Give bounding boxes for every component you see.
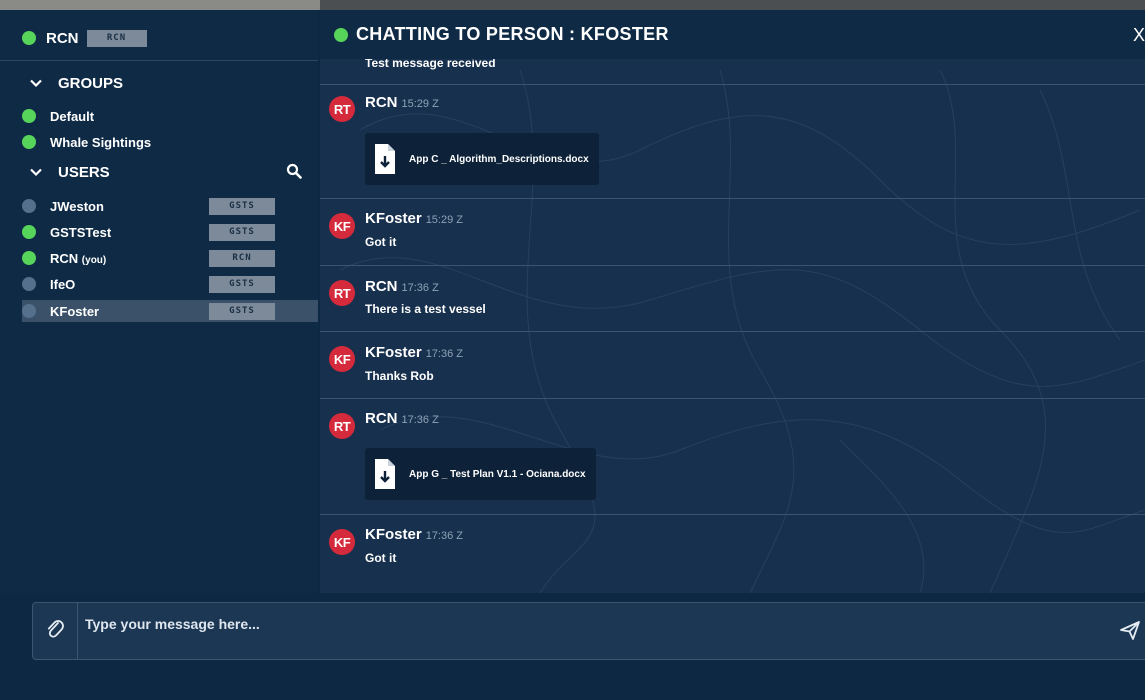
message-time: 17:36 Z <box>401 282 439 294</box>
group-item-default[interactable]: Default <box>22 105 318 127</box>
message-time: 17:36 Z <box>401 414 439 426</box>
file-download-icon <box>375 459 395 489</box>
message-composer <box>32 602 1145 660</box>
attach-button[interactable] <box>33 603 78 659</box>
users-section-title: USERS <box>58 163 110 181</box>
message-time: 17:36 Z <box>425 530 463 542</box>
message-divider <box>320 514 1145 515</box>
message-input[interactable] <box>83 613 1087 635</box>
message-sender: KFoster 17:36 Z <box>365 526 463 543</box>
sender-name: RCN <box>365 410 398 427</box>
sidebar-divider <box>0 60 318 61</box>
current-user-header: RCN RCN <box>22 27 318 49</box>
groups-section-title: GROUPS <box>58 74 124 92</box>
current-user-name: RCN <box>46 29 79 47</box>
avatar: KF <box>329 346 355 372</box>
file-name: App G _ Test Plan V1.1 - Ociana.docx <box>409 468 586 480</box>
avatar: RT <box>329 96 355 122</box>
message-sender: KFoster 15:29 Z <box>365 210 463 227</box>
you-suffix: (you) <box>81 254 107 266</box>
user-org-badge: GSTS <box>209 302 275 320</box>
user-org-badge: RCN <box>209 249 275 267</box>
message-sender: RCN 17:36 Z <box>365 278 439 295</box>
user-item-ifeo[interactable]: IfeO GSTS <box>22 273 318 295</box>
sender-name: KFoster <box>365 344 422 361</box>
message-time: 15:29 Z <box>425 214 463 226</box>
group-item-label: Default <box>50 108 95 124</box>
chevron-down-icon <box>30 77 42 89</box>
top-strip-map <box>320 0 1145 10</box>
message-divider <box>320 198 1145 199</box>
group-status-dot <box>22 135 36 149</box>
user-item-label: GSTSTest <box>50 224 112 240</box>
user-org-badge: GSTS <box>209 275 275 293</box>
file-download-icon <box>375 144 395 174</box>
user-name: RCN <box>50 250 79 266</box>
file-attachment[interactable]: App C _ Algorithm_Descriptions.docx <box>365 133 599 185</box>
user-item-gststest[interactable]: GSTSTest GSTS <box>22 221 318 243</box>
file-attachment[interactable]: App G _ Test Plan V1.1 - Ociana.docx <box>365 448 596 500</box>
chat-header: CHATTING TO PERSON : KFOSTER X <box>320 10 1145 59</box>
chat-title: CHATTING TO PERSON : KFOSTER <box>356 24 669 44</box>
send-icon[interactable] <box>1119 619 1141 641</box>
file-name: App C _ Algorithm_Descriptions.docx <box>409 153 589 165</box>
sidebar: RCN RCN GROUPS Default Whale Sightings U… <box>0 10 318 593</box>
sender-name: RCN <box>365 94 398 111</box>
users-section-toggle[interactable]: USERS <box>30 161 110 183</box>
user-status-dot <box>22 225 36 239</box>
paperclip-icon <box>46 618 64 645</box>
status-dot <box>22 31 36 45</box>
user-item-label: KFoster <box>50 303 100 319</box>
close-icon[interactable]: X <box>1133 25 1145 46</box>
sender-name: RCN <box>365 278 398 295</box>
message-text: Thanks Rob <box>365 369 434 383</box>
message-sender: RCN 15:29 Z <box>365 94 439 111</box>
chevron-down-icon <box>30 166 42 178</box>
user-org-badge: GSTS <box>209 197 275 215</box>
message-sender: KFoster 17:36 Z <box>365 344 463 361</box>
user-org-badge: GSTS <box>209 223 275 241</box>
user-status-dot <box>22 199 36 213</box>
user-item-label: RCN (you) <box>50 251 106 266</box>
chat-panel: Test message received CHATTING TO PERSON… <box>320 10 1145 593</box>
message-divider <box>320 265 1145 266</box>
avatar: KF <box>329 213 355 239</box>
user-status-dot <box>22 277 36 291</box>
sender-name: KFoster <box>365 526 422 543</box>
user-item-jweston[interactable]: JWeston GSTS <box>22 195 318 217</box>
user-status-dot <box>22 304 36 318</box>
sender-name: KFoster <box>365 210 422 227</box>
message-text: Got it <box>365 235 397 249</box>
avatar: KF <box>329 529 355 555</box>
message-time: 15:29 Z <box>401 98 439 110</box>
group-status-dot <box>22 109 36 123</box>
user-item-label: JWeston <box>50 198 104 214</box>
avatar: RT <box>329 413 355 439</box>
message-text: Got it <box>365 551 397 565</box>
message-divider <box>320 398 1145 399</box>
user-item-kfoster[interactable]: KFoster GSTS <box>22 300 318 322</box>
user-status-dot <box>22 251 36 265</box>
message-divider <box>320 331 1145 332</box>
chat-status-dot <box>334 27 348 42</box>
avatar: RT <box>329 280 355 306</box>
user-item-rcn[interactable]: RCN (you) RCN <box>22 247 318 269</box>
group-item-label: Whale Sightings <box>50 134 152 150</box>
message-text: There is a test vessel <box>365 302 486 316</box>
message-divider <box>320 84 1145 85</box>
message-time: 17:36 Z <box>425 348 463 360</box>
message-sender: RCN 17:36 Z <box>365 410 439 427</box>
user-item-label: IfeO <box>50 276 76 292</box>
search-icon[interactable] <box>286 163 302 179</box>
groups-section-toggle[interactable]: GROUPS <box>30 72 123 94</box>
current-user-badge: RCN <box>86 29 147 47</box>
group-item-whale-sightings[interactable]: Whale Sightings <box>22 131 318 153</box>
